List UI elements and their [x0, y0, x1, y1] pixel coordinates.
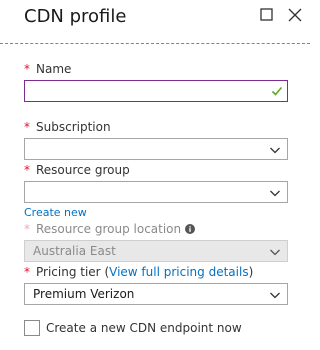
resource-group-label: * Resource group [24, 163, 130, 177]
blade-header: CDN profile [0, 0, 310, 44]
subscription-dropdown[interactable] [24, 138, 288, 160]
close-icon[interactable] [287, 7, 303, 23]
chevron-down-icon [269, 144, 281, 156]
view-pricing-details-link[interactable]: View full pricing details [109, 265, 248, 279]
pricing-tier-value: Premium Verizon [33, 287, 135, 301]
create-endpoint-label[interactable]: Create a new CDN endpoint now [46, 321, 242, 335]
name-input[interactable] [24, 80, 288, 102]
chevron-down-icon [269, 187, 281, 199]
resource-group-dropdown[interactable] [24, 181, 288, 203]
checkmark-icon [271, 85, 283, 97]
pricing-tier-dropdown[interactable]: Premium Verizon [24, 283, 288, 305]
maximize-icon[interactable] [259, 7, 275, 23]
required-marker: * [24, 163, 30, 177]
resource-group-location-dropdown: Australia East [24, 240, 288, 262]
blade-title: CDN profile [24, 6, 127, 27]
pricing-tier-label: * Pricing tier (View full pricing details… [24, 265, 254, 279]
create-endpoint-checkbox[interactable] [24, 320, 40, 336]
required-marker: * [24, 62, 30, 76]
required-marker: * [24, 265, 30, 279]
info-icon[interactable] [185, 224, 196, 234]
cdn-profile-blade: CDN profile * Name * Subscription * Resourc… [0, 0, 310, 350]
resource-group-location-label: * Resource group location [24, 222, 196, 236]
required-marker: * [24, 120, 30, 134]
required-marker: * [24, 222, 30, 236]
subscription-label: * Subscription [24, 120, 111, 134]
create-new-link[interactable]: Create new [24, 206, 87, 219]
name-label: * Name [24, 62, 72, 76]
resource-group-location-value: Australia East [33, 244, 116, 258]
chevron-down-icon [269, 289, 281, 301]
chevron-down-icon [269, 246, 281, 258]
